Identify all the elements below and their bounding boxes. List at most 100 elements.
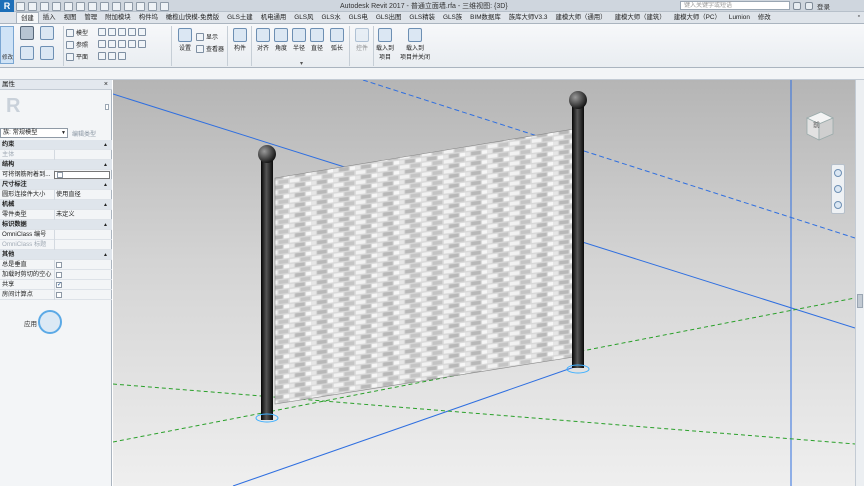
ellipse-icon[interactable] <box>138 40 146 48</box>
revolve-button[interactable] <box>40 26 54 41</box>
save-icon[interactable] <box>28 1 37 11</box>
thin-lines-icon[interactable] <box>124 1 133 11</box>
tab-18[interactable]: 建模大师（建筑） <box>611 12 670 23</box>
property-category[interactable]: 约束 ▲ <box>0 140 112 150</box>
model-line-button[interactable]: 模型 <box>66 28 88 37</box>
tab-15[interactable]: BIM数据库 <box>466 12 505 23</box>
tab-14[interactable]: GLS族 <box>439 12 466 23</box>
brick-wall[interactable] <box>274 127 581 405</box>
viewcube[interactable]: 前 <box>801 108 837 144</box>
scrollbar-thumb[interactable] <box>857 294 863 308</box>
tab-13[interactable]: GLS精装 <box>405 12 439 23</box>
angle-dim-button[interactable]: 角度 <box>274 28 288 52</box>
tab-3[interactable]: 管理 <box>80 12 101 23</box>
tab-21[interactable]: 修改 <box>754 12 775 23</box>
arc-length-dim-button[interactable]: 弧长 <box>330 28 344 52</box>
tab-8[interactable]: 机电通用 <box>257 12 291 23</box>
property-value[interactable]: 未定义 <box>56 210 75 220</box>
tab-2[interactable]: 视图 <box>60 12 81 23</box>
tab-12[interactable]: GLS出图 <box>372 12 406 23</box>
reference-button[interactable]: 参照 <box>66 40 88 49</box>
viewer-button[interactable]: 查看器 <box>196 44 224 53</box>
property-category[interactable]: 标识数据 ▲ <box>0 220 112 230</box>
property-checkbox[interactable] <box>56 292 62 298</box>
ref-level-line[interactable] <box>113 383 855 445</box>
pick-face-icon[interactable] <box>108 52 116 60</box>
tab-11[interactable]: GLS电 <box>345 12 372 23</box>
circle-icon[interactable] <box>128 28 136 36</box>
tab-7[interactable]: GLS土建 <box>223 12 257 23</box>
print-icon[interactable] <box>64 1 73 11</box>
line-icon[interactable] <box>98 28 106 36</box>
collapse-icon[interactable]: ▲ <box>103 180 108 190</box>
collapse-icon[interactable]: ▲ <box>103 250 108 260</box>
property-category[interactable]: 结构 ▲ <box>0 160 112 170</box>
vertical-scrollbar[interactable] <box>855 80 864 486</box>
panel-expand-icon[interactable]: ▾ <box>300 60 303 67</box>
fillet-icon[interactable] <box>118 40 126 48</box>
modify-button[interactable]: 修改 <box>0 26 14 64</box>
switch-windows-icon[interactable] <box>148 1 157 11</box>
property-checkbox[interactable] <box>56 272 62 278</box>
show-workplane-button[interactable]: 显示 <box>196 32 218 41</box>
property-checkbox[interactable]: ✓ <box>56 282 62 288</box>
3d-viewport[interactable]: 前 <box>113 80 855 486</box>
selected-value-cell[interactable] <box>54 171 110 179</box>
rectangle-icon[interactable] <box>108 28 116 36</box>
property-category[interactable]: 尺寸标注 ▲ <box>0 180 112 190</box>
load-into-project-close-button[interactable]: 载入到 项目并关闭 <box>400 28 430 61</box>
sweep-button[interactable] <box>40 46 54 61</box>
spline-icon[interactable] <box>128 40 136 48</box>
blend-button[interactable] <box>20 46 34 61</box>
property-value[interactable]: 使用直径 <box>56 190 81 200</box>
customize-qat-icon[interactable] <box>160 1 169 11</box>
property-category[interactable]: 机械 ▲ <box>0 200 112 210</box>
arc-icon[interactable] <box>138 28 146 36</box>
property-checkbox[interactable] <box>56 262 62 268</box>
load-into-project-button[interactable]: 载入到 项目 <box>376 28 394 61</box>
open-icon[interactable] <box>16 1 25 11</box>
align-dim-button[interactable]: 对齐 <box>256 28 270 52</box>
section-icon[interactable] <box>112 1 121 11</box>
pick-lines-icon[interactable] <box>98 52 106 60</box>
3d-view-icon[interactable] <box>100 1 109 11</box>
tab-0[interactable]: 创建 <box>16 12 39 23</box>
ribbon-minimize-icon[interactable]: ▫ <box>858 13 860 20</box>
collapse-icon[interactable]: ▲ <box>103 140 108 150</box>
zoom-icon[interactable] <box>834 185 842 193</box>
undo-icon[interactable] <box>40 1 49 11</box>
search-input[interactable]: 键入关键字或短语 <box>680 1 790 10</box>
collapse-icon[interactable]: ▲ <box>103 220 108 230</box>
diameter-dim-button[interactable]: 直径 <box>310 28 324 52</box>
property-checkbox[interactable] <box>57 172 63 178</box>
radius-dim-button[interactable]: 半径 <box>292 28 306 52</box>
measure-icon[interactable] <box>76 1 85 11</box>
pan-icon[interactable] <box>834 201 842 209</box>
tab-4[interactable]: 附加模块 <box>101 12 135 23</box>
props-scroll-up[interactable] <box>105 104 109 110</box>
component-button[interactable]: 构件 <box>233 28 247 52</box>
tab-19[interactable]: 建模大师（PC） <box>670 12 725 23</box>
control-button[interactable]: 控件 <box>355 28 369 52</box>
close-icon[interactable]: × <box>104 80 108 90</box>
tab-6[interactable]: 橄榄山快模-免费版 <box>162 12 223 23</box>
partial-ellipse-icon[interactable] <box>118 52 126 60</box>
arc-center-icon[interactable] <box>98 40 106 48</box>
text-icon[interactable] <box>88 1 97 11</box>
set-workplane-button[interactable]: 设置 <box>178 28 192 52</box>
tab-9[interactable]: GLS风 <box>290 12 317 23</box>
close-hidden-icon[interactable] <box>136 1 145 11</box>
tab-10[interactable]: GLS水 <box>317 12 344 23</box>
tab-17[interactable]: 建模大师（通用） <box>551 12 610 23</box>
edit-type-button[interactable]: 编辑类型 <box>72 129 96 138</box>
tab-5[interactable]: 构件坞 <box>135 12 162 23</box>
property-category[interactable]: 其他 ▲ <box>0 250 112 260</box>
tab-1[interactable]: 插入 <box>39 12 60 23</box>
revit-logo[interactable]: R <box>0 0 14 12</box>
user-icon[interactable] <box>805 2 813 10</box>
collapse-icon[interactable]: ▲ <box>103 200 108 210</box>
tab-20[interactable]: Lumion <box>725 12 754 23</box>
plane-button[interactable]: 平面 <box>66 52 88 61</box>
extrusion-button[interactable] <box>20 26 34 41</box>
collapse-icon[interactable]: ▲ <box>103 160 108 170</box>
